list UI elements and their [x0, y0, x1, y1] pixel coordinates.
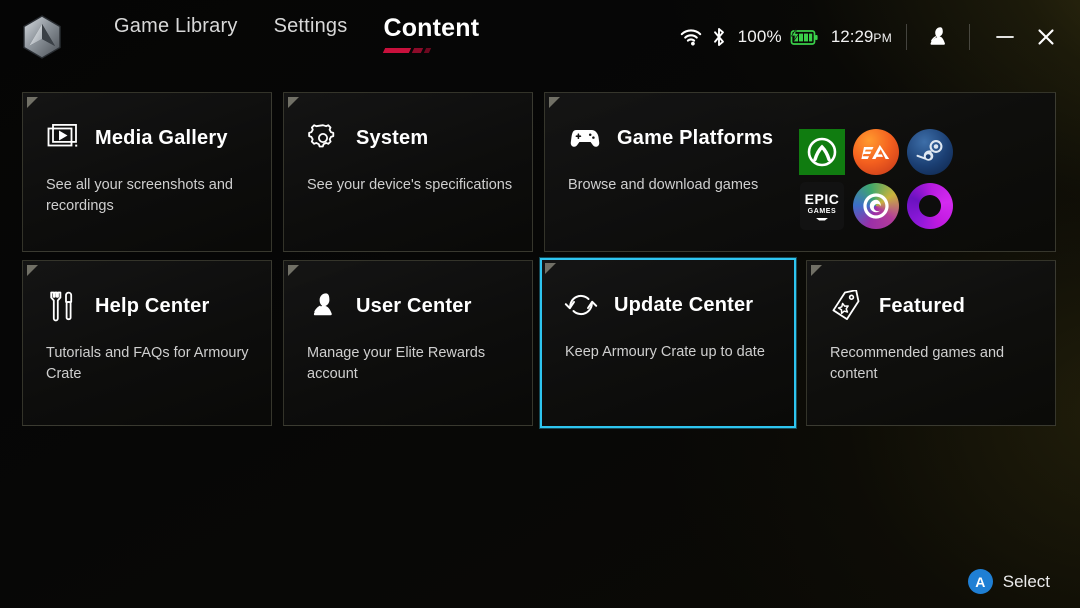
media-play-frame-icon: [45, 121, 79, 155]
platform-xbox-icon[interactable]: [795, 125, 849, 179]
nav-label: Content: [383, 14, 480, 42]
card-title: Media Gallery: [95, 126, 228, 149]
platform-ubisoft-icon[interactable]: [849, 179, 903, 233]
card-corner-accent: [549, 97, 560, 108]
card-help-center[interactable]: Help Center Tutorials and FAQs for Armou…: [22, 260, 272, 426]
active-tab-underline: [383, 48, 438, 53]
card-system[interactable]: System See your device's specifications: [283, 92, 533, 252]
nav-label: Game Library: [114, 15, 238, 37]
user-profile-icon: [306, 289, 340, 323]
card-title: Update Center: [614, 293, 754, 316]
epic-line2: GAMES: [807, 207, 837, 215]
card-header: Media Gallery: [45, 121, 228, 155]
clock-label: 12:29PM: [831, 27, 892, 47]
top-bar: Game Library Settings Content 100% 12:29…: [0, 0, 1080, 74]
card-game-platforms[interactable]: Game Platforms Browse and download games: [544, 92, 1056, 252]
card-header: System: [306, 121, 428, 155]
card-description: See all your screenshots and recordings: [46, 177, 233, 214]
card-description: Keep Armoury Crate up to date: [565, 344, 765, 360]
user-avatar-icon[interactable]: [921, 23, 955, 51]
status-divider: [906, 24, 907, 50]
rog-hex-logo-icon[interactable]: [14, 9, 70, 65]
card-corner-accent: [288, 265, 299, 276]
card-description: Browse and download games: [568, 177, 759, 193]
nav-label: Settings: [273, 15, 348, 37]
platform-gog-icon[interactable]: [903, 179, 957, 233]
wrench-screwdriver-icon: [45, 289, 79, 323]
card-corner-accent: [27, 97, 38, 108]
card-corner-accent: [288, 97, 299, 108]
nav-item-settings[interactable]: Settings: [256, 13, 366, 61]
footer-select-hint[interactable]: A Select: [967, 569, 1050, 594]
platform-steam-icon[interactable]: [903, 125, 957, 179]
gear-icon: [306, 121, 340, 155]
card-header: Help Center: [45, 289, 209, 323]
card-corner-accent: [545, 263, 556, 274]
card-user-center[interactable]: User Center Manage your Elite Rewards ac…: [283, 260, 533, 426]
card-title: Featured: [879, 294, 966, 317]
refresh-sync-icon: [564, 288, 598, 322]
status-divider-2: [969, 24, 970, 50]
card-description: Tutorials and FAQs for Armoury Crate: [46, 345, 249, 382]
card-header: Featured: [829, 289, 965, 323]
nav-item-content[interactable]: Content: [365, 13, 497, 61]
bluetooth-icon[interactable]: [706, 27, 732, 47]
card-header: Update Center: [564, 288, 753, 322]
card-title: User Center: [356, 294, 472, 317]
battery-charging-icon: [787, 27, 821, 47]
status-bar: 100% 12:29PM: [676, 23, 1080, 51]
close-icon[interactable]: [1026, 28, 1066, 46]
card-title: Help Center: [95, 294, 210, 317]
card-corner-accent: [27, 265, 38, 276]
button-a-icon: A: [967, 569, 993, 594]
main-nav: Game Library Settings Content: [96, 13, 497, 61]
card-featured[interactable]: Featured Recommended games and content: [806, 260, 1056, 426]
card-update-center[interactable]: Update Center Keep Armoury Crate up to d…: [540, 258, 796, 428]
clock-ampm: PM: [873, 31, 892, 45]
armoury-crate-window: Game Library Settings Content 100% 12:29…: [0, 0, 1080, 608]
platform-icon-grid: EPIC GAMES: [795, 125, 957, 233]
platform-ea-icon[interactable]: [849, 125, 903, 179]
card-description: See your device's specifications: [307, 177, 513, 193]
card-header: User Center: [306, 289, 472, 323]
card-title: Game Platforms: [617, 126, 774, 149]
card-media-gallery[interactable]: Media Gallery See all your screenshots a…: [22, 92, 272, 252]
card-description: Manage your Elite Rewards account: [307, 345, 486, 382]
clock-time: 12:29: [830, 27, 874, 46]
card-header: Game Platforms: [567, 121, 773, 155]
platform-epic-games-icon[interactable]: EPIC GAMES: [795, 179, 849, 233]
battery-percent-label: 100%: [737, 27, 782, 46]
wifi-icon[interactable]: [676, 29, 706, 46]
epic-line1: EPIC: [804, 190, 840, 207]
card-corner-accent: [811, 265, 822, 276]
tag-star-icon: [829, 289, 863, 323]
card-description: Recommended games and content: [830, 345, 1005, 382]
footer-select-label: Select: [1002, 571, 1050, 591]
card-title: System: [356, 126, 429, 149]
nav-item-game-library[interactable]: Game Library: [96, 13, 256, 61]
gamepad-icon: [567, 121, 601, 155]
minimize-icon[interactable]: [984, 30, 1026, 44]
